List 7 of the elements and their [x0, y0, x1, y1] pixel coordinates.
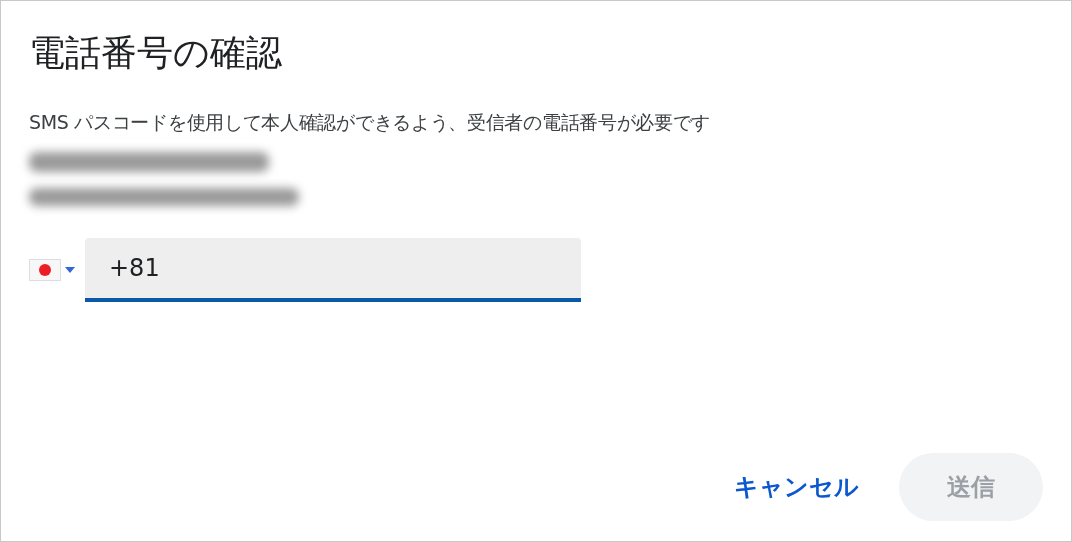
caret-icon	[65, 267, 75, 274]
flag-icon	[29, 259, 61, 282]
dialog-title: 電話番号の確認	[29, 31, 283, 75]
cancel-button[interactable]: キャンセル	[734, 453, 859, 521]
country-selector[interactable]	[29, 259, 75, 282]
description-text: SMS パスコードを使用して本人確認ができるよう、受信者の電話番号が必要です	[29, 110, 712, 136]
phone-field[interactable]: +81	[85, 238, 581, 303]
